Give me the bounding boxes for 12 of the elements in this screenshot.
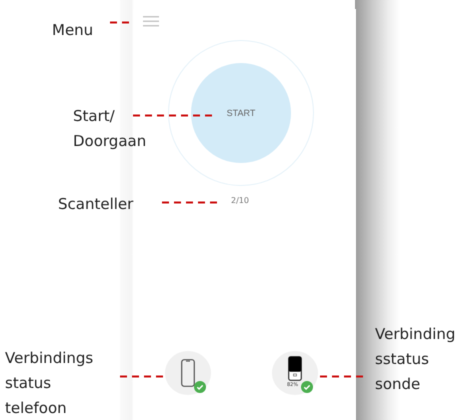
leader-line [120, 375, 165, 378]
callout-label: Verbinding sstatus sonde [375, 324, 456, 395]
scan-counter: 2/10 [231, 196, 249, 205]
menu-icon[interactable] [143, 16, 159, 27]
leader-line [320, 375, 365, 378]
callout-label: Scanteller [58, 194, 134, 215]
start-button[interactable]: START [191, 63, 291, 163]
phone-icon [181, 359, 195, 387]
callout-label: Menu [52, 20, 94, 41]
probe-icon [288, 356, 302, 381]
callout-label: Start/ Doorgaan [73, 106, 146, 152]
callout-label: Verbindings status telefoon [5, 348, 94, 419]
